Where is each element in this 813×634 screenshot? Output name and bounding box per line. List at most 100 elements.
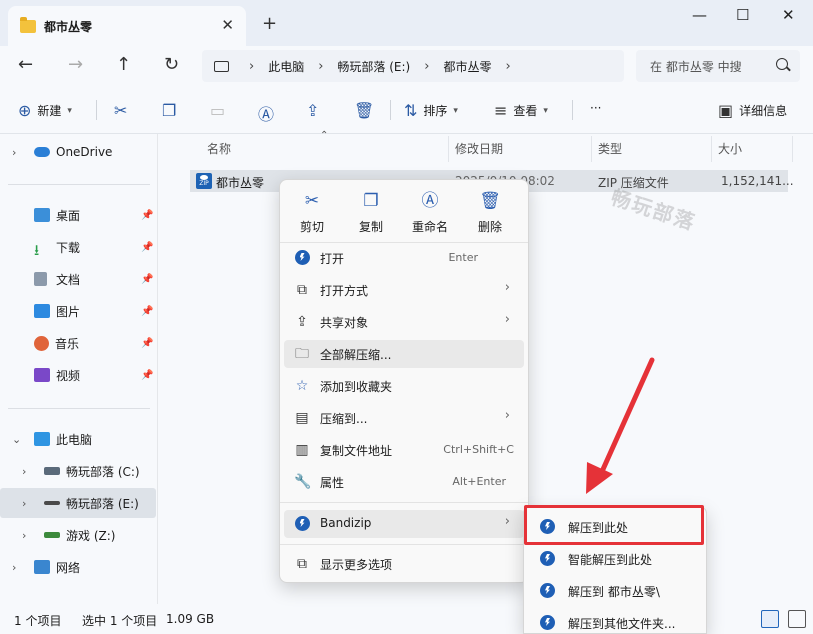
cut-quick-button[interactable]: ✂ 剪切 [284, 190, 340, 238]
copy-icon: ❐ [363, 191, 379, 211]
zip-file-icon: ZIP [196, 173, 212, 189]
column-header-name[interactable]: 名称 [207, 140, 231, 157]
sidebar-item-downloads[interactable]: ⭳ 下载 📌 [0, 232, 156, 262]
maximize-button[interactable]: ☐ [736, 6, 749, 24]
minimize-button[interactable]: — [692, 6, 707, 24]
pin-icon[interactable]: 📌 [141, 338, 153, 349]
column-divider[interactable] [448, 136, 449, 162]
sidebar-item-drive-c[interactable]: › 畅玩部落 (C:) [0, 456, 156, 486]
menu-item-share[interactable]: ⇪ 共享对象 › [284, 308, 524, 336]
sidebar-item-this-pc[interactable]: ⌄ 此电脑 [0, 424, 156, 454]
sidebar-item-onedrive[interactable]: › OneDrive [0, 137, 156, 167]
cut-button[interactable]: ✂ [114, 101, 127, 120]
share-button[interactable]: ⇪ [306, 101, 319, 120]
bandizip-icon [294, 516, 310, 532]
sidebar-item-documents[interactable]: 文档 📌 [0, 264, 156, 294]
delete-button[interactable]: 🗑 [354, 101, 374, 120]
menu-divider [280, 502, 528, 503]
sidebar-item-desktop[interactable]: 桌面 📌 [0, 200, 156, 230]
pin-icon[interactable]: 📌 [141, 274, 153, 285]
column-header-modified[interactable]: 修改日期 [455, 140, 503, 157]
column-divider[interactable] [711, 136, 712, 162]
new-tab-button[interactable]: + [262, 13, 277, 34]
menu-item-open[interactable]: 打开 Enter [284, 244, 524, 272]
breadcrumb-drive-e[interactable]: 畅玩部落 (E:) [337, 58, 410, 75]
menu-item-label: 共享对象 [320, 316, 369, 330]
forward-button[interactable]: → [68, 54, 83, 75]
sidebar-item-videos[interactable]: 视频 📌 [0, 360, 156, 390]
breadcrumb-chevron-icon[interactable]: › [505, 59, 510, 74]
video-icon [34, 368, 50, 382]
pin-icon[interactable]: 📌 [141, 242, 153, 253]
up-button[interactable]: ↑ [116, 54, 131, 75]
menu-item-copy-path[interactable]: ▥ 复制文件地址 Ctrl+Shift+C [284, 436, 524, 464]
chevron-down-icon: ▾ [67, 105, 72, 116]
share-icon: ⇪ [306, 101, 320, 120]
selected-size: 1.09 GB [166, 612, 215, 626]
menu-item-add-favorites[interactable]: ☆ 添加到收藏夹 [284, 372, 524, 400]
compress-icon: ▤ [295, 410, 309, 426]
new-button[interactable]: ⊕ 新建 ▾ [18, 101, 72, 120]
details-pane-button[interactable]: ▣ 详细信息 [718, 101, 787, 120]
copy-quick-button[interactable]: ❐ 复制 [343, 190, 399, 238]
breadcrumb-current-folder[interactable]: 都市丛零 [443, 58, 491, 75]
show-more-icon: ⧉ [297, 556, 307, 572]
column-divider[interactable] [792, 136, 793, 162]
refresh-button[interactable]: ↻ [164, 54, 179, 75]
tab-close-icon[interactable]: ✕ [221, 16, 234, 34]
computer-icon [214, 60, 229, 72]
column-divider[interactable] [591, 136, 592, 162]
pin-icon[interactable]: 📌 [141, 210, 153, 221]
menu-item-compress-to[interactable]: ▤ 压缩到... › [284, 404, 524, 432]
music-icon [34, 335, 49, 351]
breadcrumb-this-pc[interactable]: 此电脑 [268, 58, 304, 75]
tiles-view-button[interactable] [788, 610, 806, 628]
extract-folder-icon: 🗀 [295, 346, 309, 362]
copy-button[interactable]: ❐ [162, 101, 176, 120]
navigation-pane-scrollbar[interactable] [157, 134, 158, 604]
menu-item-show-more[interactable]: ⧉ 显示更多选项 [284, 550, 524, 578]
column-header-size[interactable]: 大小 [718, 140, 742, 157]
paste-button[interactable]: ▭ [210, 101, 225, 120]
sort-button[interactable]: ⇅ 排序 ▾ [404, 101, 458, 120]
submenu-item-extract-to-folder[interactable]: 解压到 都市丛零\ [528, 576, 704, 604]
submenu-item-smart-extract[interactable]: 智能解压到此处 [528, 544, 704, 572]
quick-action-label: 剪切 [299, 220, 324, 234]
sidebar-item-label: 文档 [56, 272, 81, 287]
menu-item-properties[interactable]: 🔧 属性 Alt+Enter [284, 468, 524, 496]
view-button[interactable]: ≡ 查看 ▾ [494, 101, 548, 120]
search-placeholder: 在 都市丛零 中搜 [650, 59, 742, 74]
more-label: ··· [590, 101, 602, 115]
sidebar-item-drive-e[interactable]: › 畅玩部落 (E:) [0, 488, 156, 518]
tab-current-folder[interactable]: 都市丛零 ✕ [8, 6, 246, 46]
search-box[interactable]: 在 都市丛零 中搜 [636, 50, 800, 82]
pin-icon[interactable]: 📌 [141, 370, 153, 381]
rename-button[interactable]: Ⓐ [258, 101, 274, 125]
quick-action-label: 删除 [477, 220, 502, 234]
address-bar[interactable]: › 此电脑 › 畅玩部落 (E:) › 都市丛零 › [202, 50, 624, 82]
details-view-button[interactable] [761, 610, 779, 628]
close-window-button[interactable]: ✕ [782, 6, 795, 24]
search-icon [776, 58, 788, 70]
more-options-button[interactable]: ··· [590, 101, 601, 115]
sidebar-item-pictures[interactable]: 图片 📌 [0, 296, 156, 326]
details-pane-icon: ▣ [718, 101, 734, 120]
context-menu: ✂ 剪切 ❐ 复制 Ⓐ 重命名 🗑 删除 打开 Enter ⧉ 打开方式 › ⇪… [279, 179, 529, 583]
details-label: 详细信息 [739, 104, 788, 118]
menu-item-extract-all[interactable]: 🗀 全部解压缩... [284, 340, 524, 368]
column-header-type[interactable]: 类型 [598, 140, 622, 157]
sidebar-item-drive-z[interactable]: › 游戏 (Z:) [0, 520, 156, 550]
menu-item-open-with[interactable]: ⧉ 打开方式 › [284, 276, 524, 304]
delete-quick-button[interactable]: 🗑 删除 [462, 190, 518, 238]
share-icon: ⇪ [296, 314, 308, 330]
menu-item-bandizip[interactable]: Bandizip › [284, 510, 524, 538]
chevron-right-icon: › [12, 145, 17, 159]
pin-icon[interactable]: 📌 [141, 306, 153, 317]
sidebar-item-music[interactable]: 音乐 📌 [0, 328, 156, 358]
scissors-icon: ✂ [304, 191, 320, 211]
plus-circle-icon: ⊕ [18, 101, 32, 120]
back-button[interactable]: ← [18, 54, 33, 75]
submenu-item-extract-other[interactable]: 解压到其他文件夹... [528, 608, 704, 634]
sidebar-item-network[interactable]: › 网络 [0, 552, 156, 582]
rename-quick-button[interactable]: Ⓐ 重命名 [402, 190, 458, 238]
